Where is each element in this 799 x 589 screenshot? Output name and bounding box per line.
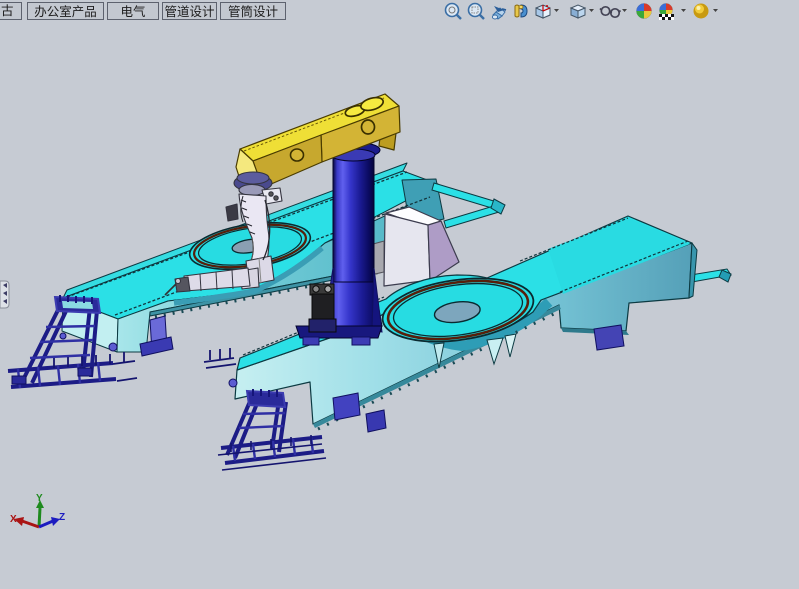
svg-text:Y: Y [36, 493, 43, 504]
svg-text:Z: Z [59, 512, 65, 523]
svg-text:X: X [10, 514, 17, 525]
